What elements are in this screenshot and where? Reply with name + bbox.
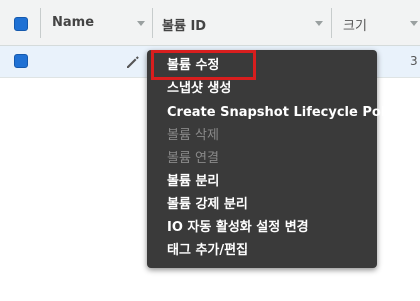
sort-caret-icon[interactable] <box>315 21 323 26</box>
pencil-icon[interactable] <box>124 54 140 70</box>
highlight-box <box>151 50 256 80</box>
column-header-volume-id[interactable]: 볼륨 ID <box>162 15 206 34</box>
menu-item-detach-volume[interactable]: 볼륨 분리 <box>167 171 219 193</box>
select-all-checkbox[interactable] <box>14 17 28 31</box>
context-menu: 볼륨 수정 스냅샷 생성 Create Snapshot Lifecycle P… <box>147 50 406 268</box>
column-separator <box>152 8 153 38</box>
menu-item-add-edit-tags[interactable]: 태그 추가/편집 <box>167 240 248 262</box>
menu-item-attach-volume: 볼륨 연결 <box>167 151 219 166</box>
menu-item-change-auto-enable-io[interactable]: IO 자동 활성화 설정 변경 <box>167 217 309 239</box>
menu-item-delete-volume: 볼륨 삭제 <box>167 128 219 143</box>
column-header-name[interactable]: Name <box>52 15 94 30</box>
column-separator <box>40 8 41 38</box>
row-checkbox[interactable] <box>14 54 28 68</box>
menu-item-create-snapshot[interactable]: 스냅샷 생성 <box>167 78 231 100</box>
table-header: Name 볼륨 ID 크기 <box>0 0 420 46</box>
column-separator <box>331 8 332 38</box>
column-header-size[interactable]: 크기 <box>343 15 367 34</box>
sort-caret-icon[interactable] <box>410 21 418 26</box>
menu-item-force-detach-volume[interactable]: 볼륨 강제 분리 <box>167 194 248 216</box>
sort-caret-icon[interactable] <box>137 21 145 26</box>
row-size-value: 3 <box>410 54 418 68</box>
menu-item-create-snapshot-lifecycle-policy[interactable]: Create Snapshot Lifecycle Policy <box>167 102 406 124</box>
